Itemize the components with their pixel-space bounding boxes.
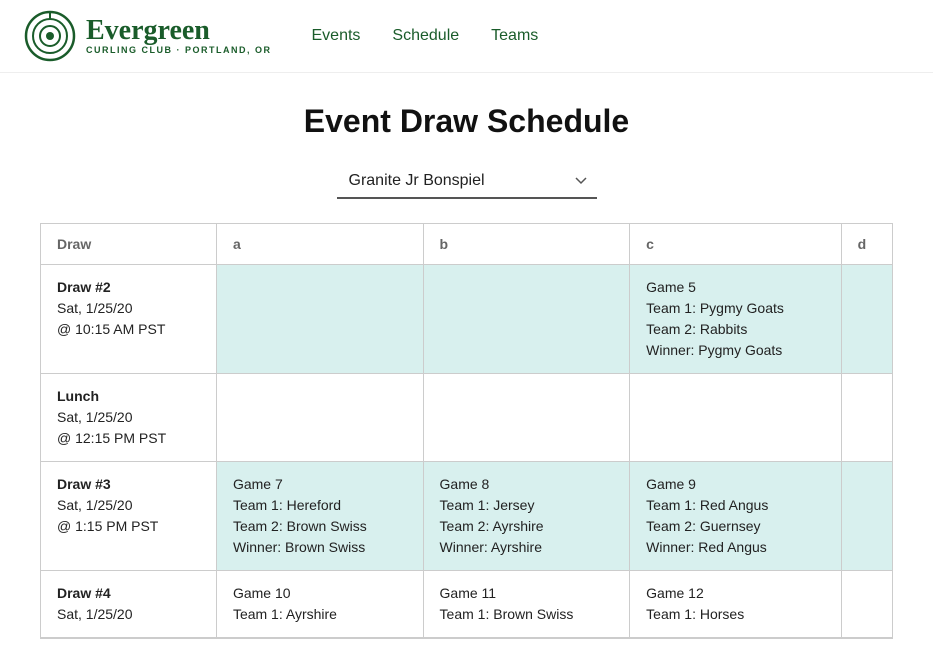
col-header-c: c: [630, 224, 841, 265]
game-cell: Game 10Team 1: Ayrshire: [216, 571, 423, 638]
page-title: Event Draw Schedule: [40, 103, 893, 140]
nav-schedule[interactable]: Schedule: [392, 27, 459, 44]
nav-events[interactable]: Events: [312, 27, 361, 44]
game-cell: Game 12Team 1: Horses: [630, 571, 841, 638]
event-selector-wrapper: Granite Jr Bonspiel Spring Classic Fall …: [40, 164, 893, 199]
table-row: Draw #2Sat, 1/25/20@ 10:15 AM PST Game 5T…: [41, 265, 892, 374]
draw-cell: Draw #4Sat, 1/25/20: [41, 571, 216, 638]
game-cell: Game 11Team 1: Brown Swiss: [423, 571, 630, 638]
game-cell: Game 8Team 1: JerseyTeam 2: AyrshireWinn…: [423, 462, 630, 571]
game-cell: Game 9Team 1: Red AngusTeam 2: GuernseyW…: [630, 462, 841, 571]
game-cell: [216, 374, 423, 462]
schedule-table: Draw a b c d Draw #2Sat, 1/25/20@ 10:15 …: [41, 224, 892, 638]
main-content: Event Draw Schedule Granite Jr Bonspiel …: [0, 73, 933, 669]
logo-subtitle: Curling Club · Portland, OR: [86, 45, 272, 55]
table-row: Draw #3Sat, 1/25/20@ 1:15 PM PSTGame 7Te…: [41, 462, 892, 571]
game-cell: [841, 265, 892, 374]
game-cell: Game 7Team 1: HerefordTeam 2: Brown Swis…: [216, 462, 423, 571]
game-cell: [841, 571, 892, 638]
nav-links: Events Schedule Teams: [312, 27, 539, 45]
nav-teams[interactable]: Teams: [491, 27, 538, 44]
game-cell: [216, 265, 423, 374]
logo-icon: [24, 10, 76, 62]
game-cell: [423, 265, 630, 374]
game-cell: [841, 462, 892, 571]
draw-cell: LunchSat, 1/25/20@ 12:15 PM PST: [41, 374, 216, 462]
navbar: Evergreen Curling Club · Portland, OR Ev…: [0, 0, 933, 73]
draw-cell: Draw #2Sat, 1/25/20@ 10:15 AM PST: [41, 265, 216, 374]
draw-cell: Draw #3Sat, 1/25/20@ 1:15 PM PST: [41, 462, 216, 571]
table-row: Draw #4Sat, 1/25/20Game 10Team 1: Ayrshi…: [41, 571, 892, 638]
col-header-a: a: [216, 224, 423, 265]
logo[interactable]: Evergreen Curling Club · Portland, OR: [24, 10, 272, 62]
game-cell: [630, 374, 841, 462]
logo-name: Evergreen: [86, 17, 272, 45]
table-header-row: Draw a b c d: [41, 224, 892, 265]
game-cell: Game 5Team 1: Pygmy GoatsTeam 2: Rabbits…: [630, 265, 841, 374]
col-header-d: d: [841, 224, 892, 265]
col-header-draw: Draw: [41, 224, 216, 265]
table-row: LunchSat, 1/25/20@ 12:15 PM PST: [41, 374, 892, 462]
event-dropdown[interactable]: Granite Jr Bonspiel Spring Classic Fall …: [337, 164, 597, 199]
col-header-b: b: [423, 224, 630, 265]
game-cell: [423, 374, 630, 462]
schedule-table-wrapper: Draw a b c d Draw #2Sat, 1/25/20@ 10:15 …: [40, 223, 893, 639]
game-cell: [841, 374, 892, 462]
